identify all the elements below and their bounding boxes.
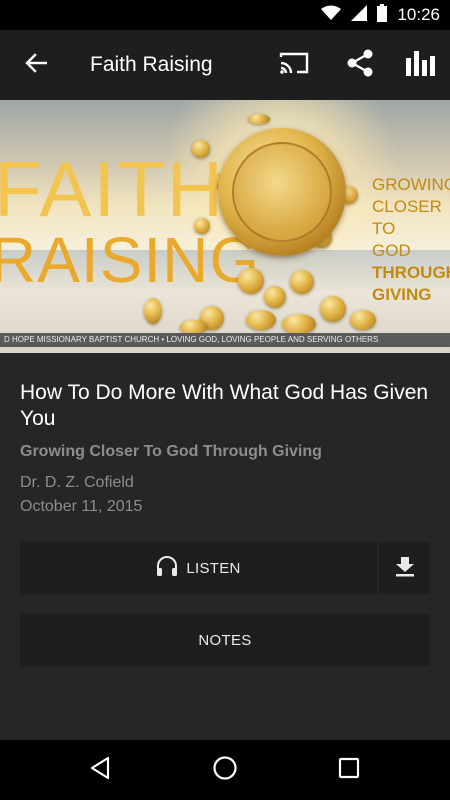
sermon-details: How To Do More With What God Has Given Y… [0,353,450,740]
listen-button[interactable]: LISTEN [20,542,377,594]
coin [320,296,346,322]
back-arrow-icon [25,52,48,78]
coin [264,286,286,308]
series-title: Growing Closer To God Through Giving [20,443,322,460]
coin [180,320,208,334]
notes-label: NOTES [198,631,252,649]
download-icon [394,555,416,582]
banner-tagline: GROWING CLOSER TO GOD THROUGH GIVING [372,174,450,306]
banner-word-raising: RAISING [0,224,261,296]
medallion-inner [232,142,332,242]
sermon-title: How To Do More With What God Has Given Y… [20,381,429,430]
cast-icon [279,51,309,80]
share-button[interactable] [338,43,382,87]
sermon-date: October 11, 2015 [20,498,143,515]
status-time: 10:26 [397,5,440,24]
notes-button[interactable]: NOTES [20,614,430,666]
tagline-bold: THROUGH [372,263,450,282]
nav-home-button[interactable] [203,748,247,792]
app-bar: Faith Raising [0,30,450,100]
coin [290,270,314,294]
tagline-line: GROWING [372,175,450,194]
nav-back-button[interactable] [78,748,122,792]
app-title: Faith Raising [90,53,213,76]
tagline-line: THROUGH [372,262,450,284]
gold-medallion [218,128,346,256]
back-triangle-icon [89,756,111,785]
listen-label: LISTEN [186,559,241,577]
nav-recents-button[interactable] [327,748,371,792]
signal-icon [351,4,368,26]
coin [246,310,276,330]
status-bar: 10:26 [0,0,450,30]
speaker-name: Dr. D. Z. Cofield [20,474,134,491]
sermon-banner-image: FAITH RAISING GROWING CLOSER TO GOD THRO… [0,100,450,353]
tagline-bold: GIVING [372,285,432,304]
share-icon [345,48,375,83]
bar-chart-icon [405,50,435,81]
battery-icon [377,3,388,27]
banner-word-faith: FAITH [0,145,226,233]
coin [144,298,162,324]
headphones-icon [156,555,178,582]
recents-square-icon [338,757,360,784]
stats-button[interactable] [398,43,442,87]
tagline-line: CLOSER TO [372,197,442,238]
wifi-icon [321,5,342,26]
status-icons: 10:26 [321,0,440,30]
tagline-line: GOD [372,241,411,260]
tagline-line: GIVING [372,284,450,306]
coin [248,114,270,124]
download-button[interactable] [379,542,430,594]
banner-footer: D HOPE MISSIONARY BAPTIST CHURCH • LOVIN… [0,333,450,347]
back-button[interactable] [14,43,58,87]
coin [350,310,376,330]
system-nav-bar [0,740,450,800]
coin [282,314,316,334]
cast-button[interactable] [272,43,316,87]
home-circle-icon [212,755,238,786]
coin [238,268,264,294]
